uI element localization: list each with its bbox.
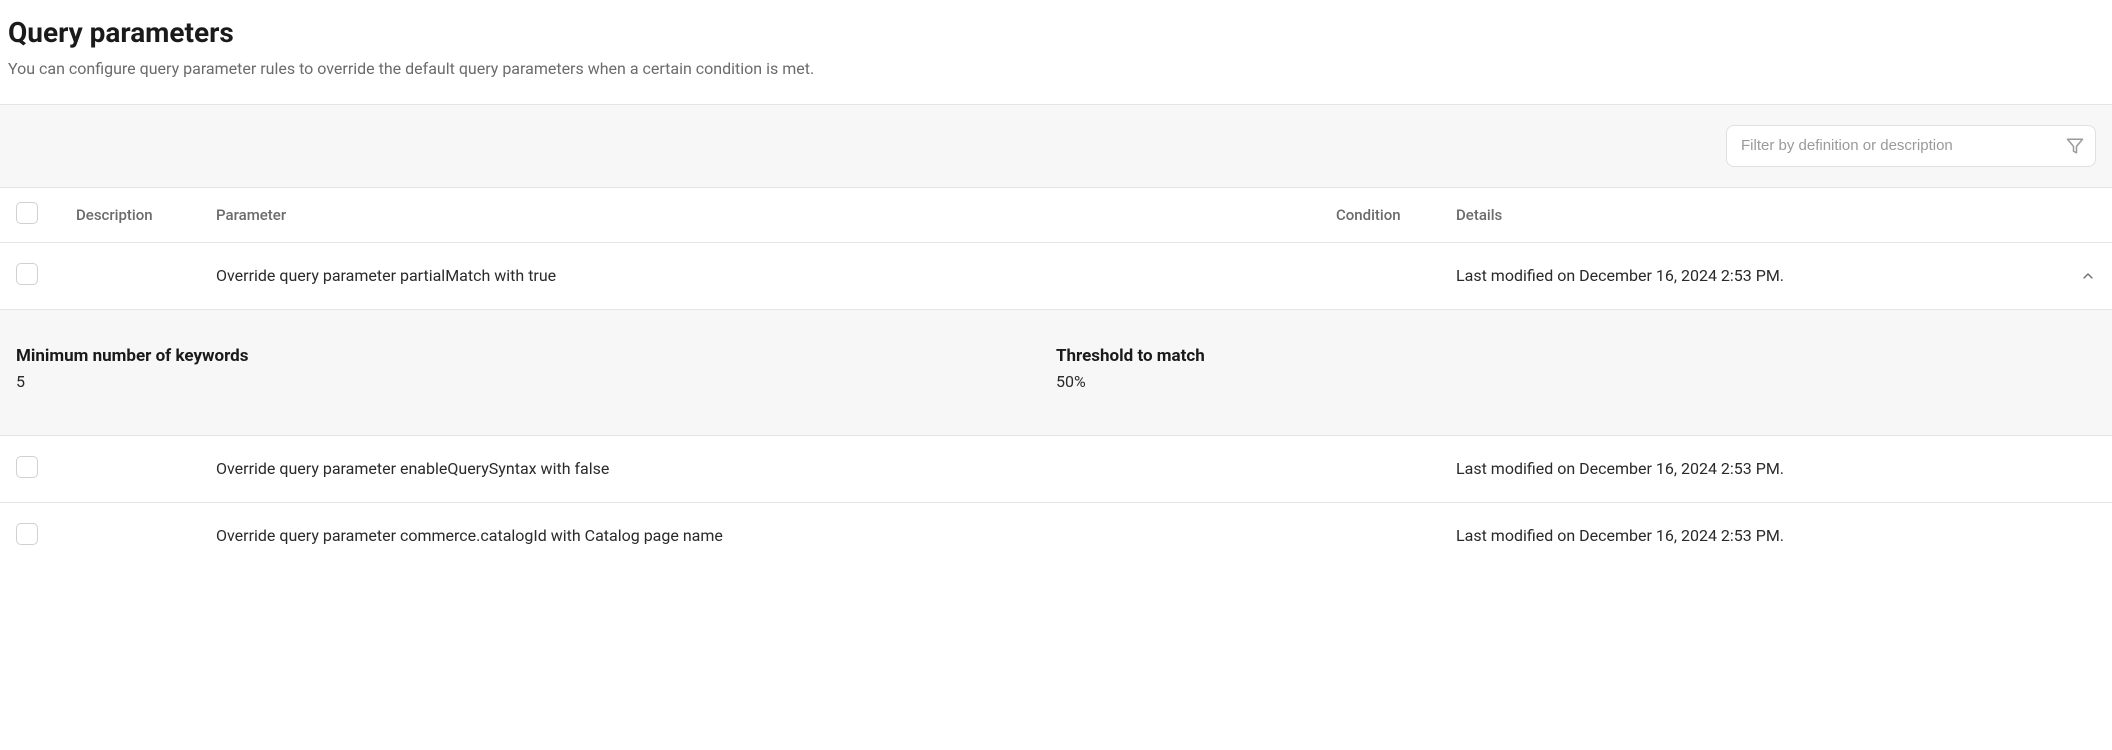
filter-input[interactable] (1726, 125, 2096, 167)
table-header: Description Parameter Condition Details (0, 188, 2112, 243)
table-row[interactable]: Override query parameter enableQuerySynt… (0, 436, 2112, 503)
row-checkbox[interactable] (16, 523, 38, 545)
row-parameter: Override query parameter partialMatch wi… (216, 266, 1336, 285)
min-keywords-label: Minimum number of keywords (16, 346, 1056, 366)
row-checkbox[interactable] (16, 263, 38, 285)
chevron-up-icon[interactable] (2080, 268, 2096, 284)
column-header-details: Details (1456, 206, 2056, 224)
min-keywords-value: 5 (16, 372, 1056, 391)
row-checkbox[interactable] (16, 456, 38, 478)
row-details: Last modified on December 16, 2024 2:53 … (1456, 266, 2056, 285)
expanded-panel: Minimum number of keywords 5 Threshold t… (0, 310, 2112, 436)
row-details: Last modified on December 16, 2024 2:53 … (1456, 459, 2056, 478)
rules-table: Description Parameter Condition Details … (0, 188, 2112, 569)
page-subtitle: You can configure query parameter rules … (8, 58, 2104, 80)
column-header-parameter: Parameter (216, 206, 1336, 224)
table-row[interactable]: Override query parameter partialMatch wi… (0, 243, 2112, 310)
column-header-condition: Condition (1336, 206, 1456, 224)
page-title: Query parameters (8, 16, 2104, 50)
row-parameter: Override query parameter commerce.catalo… (216, 526, 1336, 545)
column-header-description: Description (76, 206, 216, 224)
threshold-label: Threshold to match (1056, 346, 2096, 366)
row-parameter: Override query parameter enableQuerySynt… (216, 459, 1336, 478)
table-row[interactable]: Override query parameter commerce.catalo… (0, 503, 2112, 569)
row-details: Last modified on December 16, 2024 2:53 … (1456, 526, 2056, 545)
toolbar (0, 104, 2112, 188)
select-all-checkbox[interactable] (16, 202, 38, 224)
threshold-value: 50% (1056, 372, 2096, 391)
